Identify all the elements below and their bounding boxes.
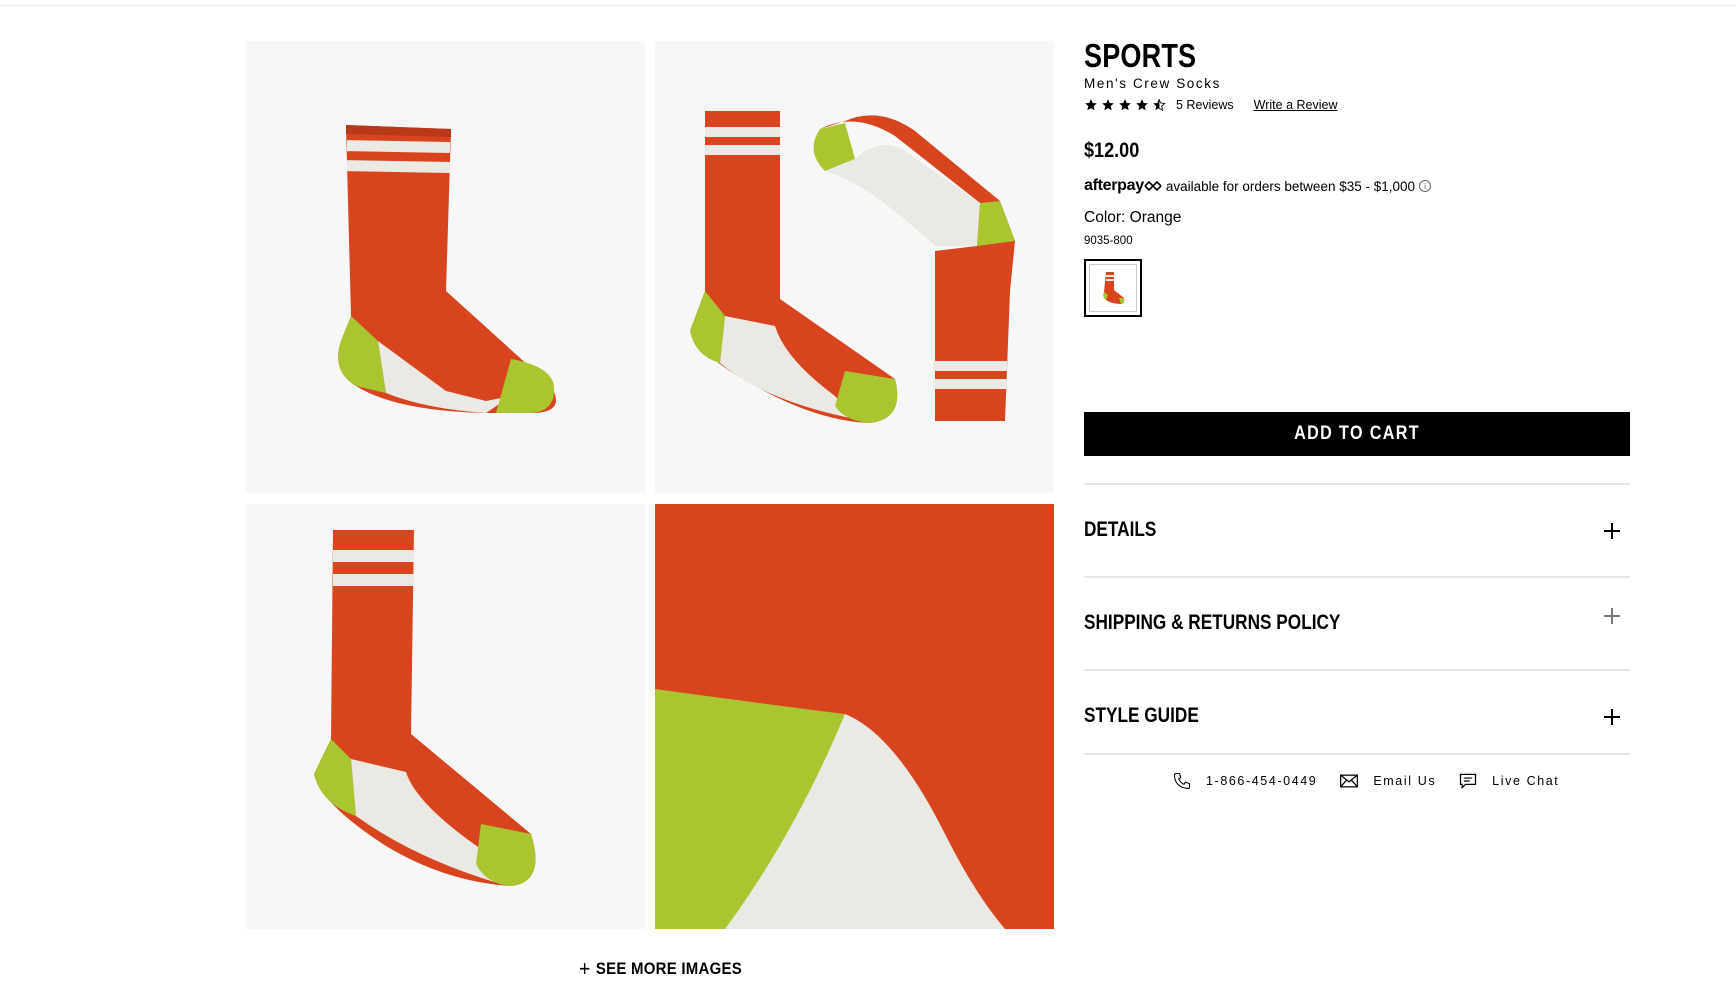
star-icon — [1119, 99, 1131, 111]
sock-side-flat-image — [314, 530, 536, 886]
gallery-image-1[interactable] — [246, 41, 645, 493]
rating-stars — [1084, 98, 1166, 112]
star-icon — [1136, 99, 1148, 111]
write-review-link[interactable]: Write a Review — [1254, 98, 1338, 112]
add-to-cart-label: ADD TO CART — [1294, 423, 1420, 444]
phone-number: 1-866-454-0449 — [1206, 774, 1318, 788]
rating-row: 5 Reviews Write a Review — [1084, 98, 1630, 112]
mail-icon — [1340, 774, 1359, 788]
phone-icon — [1173, 772, 1191, 790]
swatch-thumbnail — [1089, 264, 1137, 312]
star-icon — [1085, 99, 1097, 111]
half-star-icon — [1153, 99, 1166, 112]
color-swatch-orange[interactable] — [1084, 259, 1142, 317]
gallery-image-2[interactable] — [655, 41, 1054, 493]
contact-bar: 1-866-454-0449 Email Us Live Chat — [1172, 771, 1581, 791]
chat-icon — [1460, 773, 1477, 790]
info-icon[interactable]: i — [1419, 180, 1432, 192]
phone-link[interactable]: 1-866-454-0449 — [1172, 771, 1317, 791]
see-more-images-button[interactable]: + SEE MORE IMAGES — [579, 954, 742, 984]
accordion-details-label: DETAILS — [1084, 518, 1157, 541]
afterpay-arrows-icon — [1144, 180, 1162, 192]
gallery-image-4[interactable] — [655, 504, 1054, 929]
email-label: Email Us — [1373, 774, 1437, 788]
gallery-image-3[interactable] — [246, 504, 645, 929]
reviews-count[interactable]: 5 Reviews — [1176, 98, 1234, 112]
accordion-shipping-returns-label: SHIPPING & RETURNS POLICY — [1084, 611, 1341, 634]
accordion-shipping-returns[interactable]: SHIPPING & RETURNS POLICY — [1084, 576, 1630, 671]
live-chat-label: Live Chat — [1492, 774, 1560, 788]
afterpay-text: available for orders between $35 - $1,00… — [1165, 178, 1416, 194]
sock-pair-flat-image — [690, 111, 1015, 423]
product-info-panel: SPORTS Men's Crew Socks 5 Reviews Write … — [1084, 38, 1630, 317]
sock-thumbnail-icon — [1103, 272, 1125, 304]
afterpay-logo: afterpay — [1084, 177, 1162, 195]
sock-fabric-closeup-image — [655, 504, 1054, 929]
product-price: $12.00 — [1084, 139, 1140, 162]
product-sku: 9035-800 — [1084, 235, 1133, 247]
product-subtitle: Men's Crew Socks — [1084, 76, 1221, 91]
expand-plus-icon — [1604, 608, 1620, 624]
see-more-images-label: SEE MORE IMAGES — [595, 959, 742, 978]
email-link[interactable]: Email Us — [1339, 771, 1436, 791]
expand-plus-icon — [1604, 523, 1620, 539]
sock-side-view-image — [338, 125, 556, 413]
star-icon — [1102, 99, 1114, 111]
expand-plus-icon — [1604, 709, 1620, 725]
color-label: Color: Orange — [1084, 209, 1182, 226]
live-chat-link[interactable]: Live Chat — [1458, 771, 1559, 791]
product-title: SPORTS — [1084, 37, 1197, 74]
plus-icon: + — [579, 956, 591, 981]
accordion-style-guide-label: STYLE GUIDE — [1084, 704, 1199, 727]
accordion-details[interactable]: DETAILS — [1084, 483, 1630, 578]
afterpay-row: afterpay available for orders between $3… — [1084, 177, 1630, 195]
accordion-divider — [1084, 753, 1630, 755]
header-divider — [0, 0, 1736, 6]
add-to-cart-button[interactable]: ADD TO CART — [1084, 412, 1630, 456]
accordion-style-guide[interactable]: STYLE GUIDE — [1084, 669, 1630, 755]
